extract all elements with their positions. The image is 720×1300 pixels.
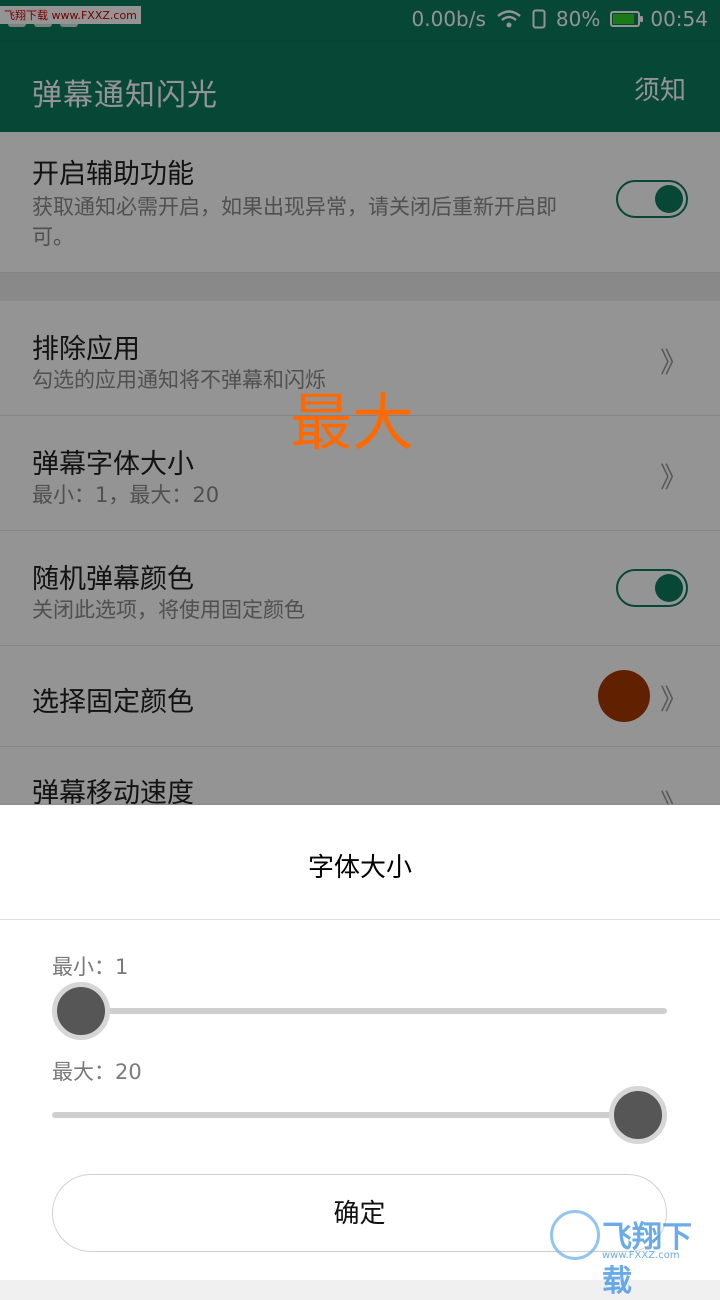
max-size-label: 最大：20 <box>52 1060 142 1084</box>
min-size-label: 最小：1 <box>52 955 129 979</box>
dialog-divider <box>0 919 720 920</box>
min-size-slider-thumb[interactable] <box>52 982 110 1040</box>
logo-icon <box>550 1210 600 1260</box>
min-size-slider-track[interactable] <box>52 1008 667 1014</box>
max-size-slider-thumb[interactable] <box>609 1086 667 1144</box>
watermark-logo-url: www.FXXZ.com <box>602 1250 680 1261</box>
font-preview-text: 最大 <box>290 386 415 459</box>
dialog-title: 字体大小 <box>307 853 412 883</box>
watermark-logo: 飞翔下载 www.FXXZ.com <box>550 1208 710 1299</box>
max-size-slider-track[interactable] <box>52 1112 667 1118</box>
